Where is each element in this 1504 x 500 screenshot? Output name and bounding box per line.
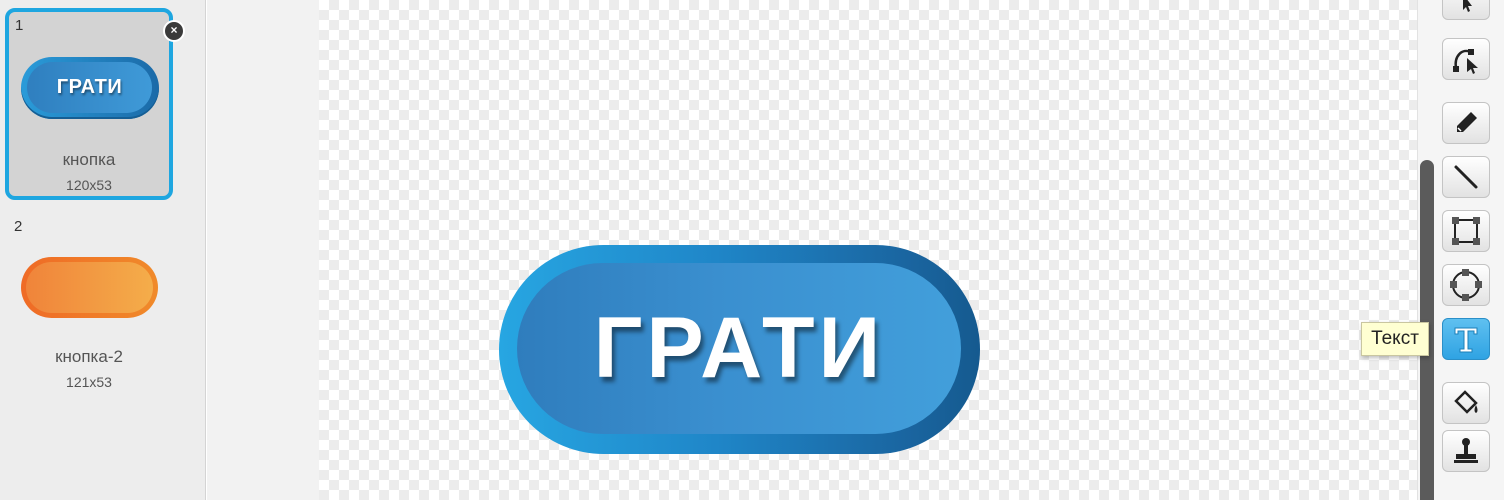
paint-bucket-icon bbox=[1454, 390, 1478, 414]
stamp-tool-button[interactable] bbox=[1442, 430, 1490, 472]
costume-item-2[interactable]: 2 кнопка-2 121x53 bbox=[5, 214, 173, 406]
pencil-tool-button[interactable] bbox=[1442, 102, 1490, 144]
select-tool-button[interactable] bbox=[1442, 0, 1490, 20]
costume-number: 1 bbox=[15, 17, 24, 34]
canvas-button-shape[interactable]: ГРАТИ bbox=[499, 245, 980, 454]
ellipse-tool-button[interactable] bbox=[1442, 264, 1490, 306]
arrow-pointer-icon bbox=[1463, 0, 1472, 12]
pencil-icon bbox=[1457, 112, 1477, 132]
text-tool-button[interactable] bbox=[1442, 318, 1490, 360]
costume-list: 1 × ГРАТИ кнопка 120x53 2 кнопка-2 121x5… bbox=[0, 0, 206, 500]
canvas-button-text: ГРАТИ bbox=[517, 263, 961, 434]
stamp-icon bbox=[1454, 438, 1478, 463]
delete-costume-icon[interactable]: × bbox=[163, 20, 185, 42]
costume-thumbnail bbox=[21, 257, 158, 318]
costume-number: 2 bbox=[14, 218, 23, 235]
costume-item-1[interactable]: 1 × ГРАТИ кнопка 120x53 bbox=[5, 8, 185, 200]
costume-thumbnail-fill bbox=[26, 262, 153, 313]
fill-tool-button[interactable] bbox=[1442, 382, 1490, 424]
editor-left-gutter bbox=[207, 0, 319, 500]
text-tool-tooltip: Текст bbox=[1361, 322, 1429, 356]
costume-thumbnail: ГРАТИ bbox=[21, 57, 159, 119]
reshape-icon bbox=[1453, 49, 1478, 74]
ellipse-icon bbox=[1450, 269, 1482, 301]
rectangle-tool-button[interactable] bbox=[1442, 210, 1490, 252]
reshape-tool-button[interactable] bbox=[1442, 38, 1490, 80]
costume-size: 121x53 bbox=[66, 374, 112, 390]
paint-canvas[interactable]: ГРАТИ bbox=[319, 0, 1417, 500]
costume-name: кнопка-2 bbox=[55, 347, 123, 366]
line-tool-button[interactable] bbox=[1442, 156, 1490, 198]
rectangle-icon bbox=[1452, 217, 1480, 245]
line-icon bbox=[1454, 165, 1478, 189]
costume-thumbnail-label: ГРАТИ bbox=[27, 62, 152, 113]
costume-name: кнопка bbox=[62, 150, 116, 169]
costume-size: 120x53 bbox=[66, 177, 112, 193]
text-t-icon bbox=[1454, 327, 1478, 353]
tool-palette bbox=[1437, 0, 1504, 500]
